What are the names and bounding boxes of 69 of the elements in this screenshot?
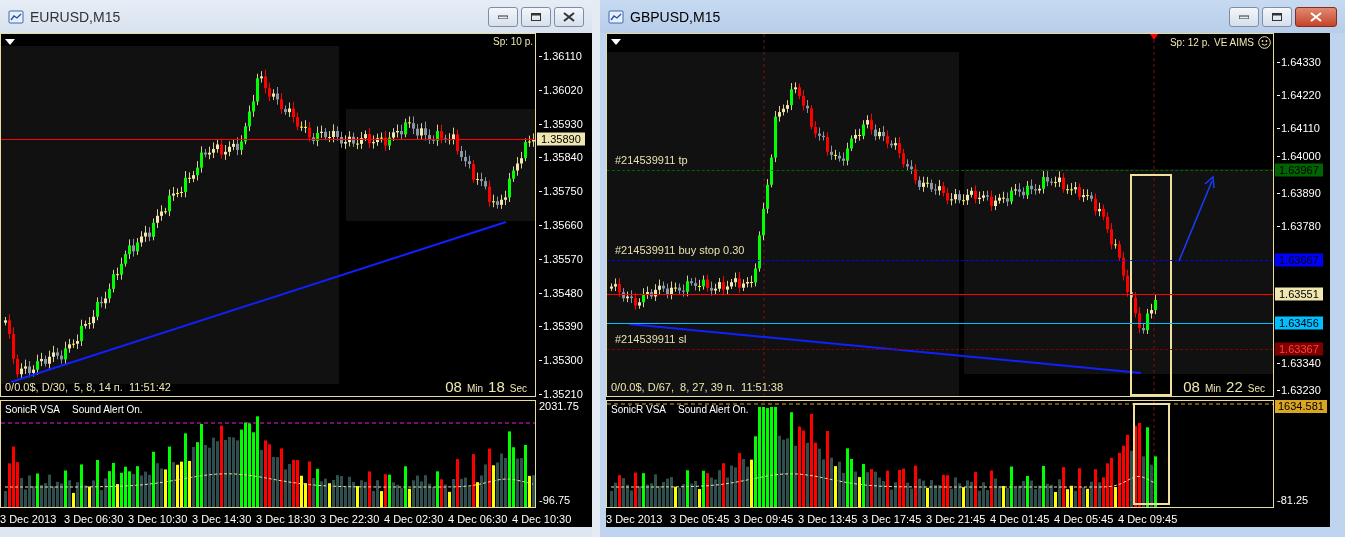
account-status: 0/0.0$, D/30, 5, 8, 14 п. 11:51:42	[5, 381, 171, 393]
price-tick: 1.35480	[539, 286, 583, 299]
time-label: 4 Dec 10:30	[512, 513, 573, 525]
price-tick: 1.35570	[539, 252, 583, 265]
time-label: 4 Dec 02:30	[384, 513, 445, 525]
time-label: 3 Dec 18:30	[256, 513, 317, 525]
price-badge: 1.63967	[1275, 163, 1323, 177]
time-label: 3 Dec 14:30	[192, 513, 253, 525]
price-tick: 1.63230	[1277, 384, 1321, 396]
price-tick: 1.63340	[1277, 357, 1321, 370]
window-title: GBPUSD,M15	[630, 8, 721, 25]
price-badge: 1.63551	[1275, 287, 1323, 301]
price-tick: 1.36110	[539, 50, 582, 62]
price-tick: 1.64000	[1277, 150, 1321, 163]
indicator-name: SonicR VSA	[611, 404, 667, 415]
volume-tick: -96.75	[539, 494, 571, 506]
price-tick: 1.64110	[1277, 121, 1320, 134]
price-badge: 1.63367	[1275, 342, 1323, 356]
spread-label: Sp: 12 p.	[1169, 37, 1210, 48]
price-tick: 1.36020	[539, 83, 583, 96]
price-tick: 1.64330	[1277, 56, 1321, 68]
indicator-label: VE AIMS	[1214, 37, 1254, 48]
time-label: 3 Dec 2013	[0, 513, 58, 525]
timer-unit: Sec	[509, 383, 527, 394]
time-label: 3 Dec 22:30	[320, 513, 381, 525]
time-label: 4 Dec 06:30	[448, 513, 509, 525]
timer-unit: Min	[1204, 383, 1222, 394]
time-label: 3 Dec 2013	[606, 513, 664, 525]
time-label: 4 Dec 01:45	[990, 513, 1051, 525]
time-label: 4 Dec 05:45	[1054, 513, 1115, 525]
price-tick: 1.63780	[1277, 220, 1321, 232]
price-tick: 1.35930	[539, 117, 583, 130]
time-label: 3 Dec 09:45	[734, 513, 795, 525]
volume-tick: -81.25	[1277, 494, 1309, 506]
time-label: 3 Dec 13:45	[798, 513, 859, 525]
price-tick: 1.35300	[539, 354, 583, 367]
volume-tick: 2031.75	[539, 400, 579, 412]
price-badge: 1.63456	[1275, 316, 1323, 330]
timer-unit: Min	[466, 383, 484, 394]
order-label: #214539911 sl	[614, 333, 688, 346]
timer-value: 18	[488, 378, 505, 395]
timer-unit: Sec	[1247, 383, 1265, 394]
time-label: 4 Dec 09:45	[1118, 513, 1179, 525]
price-badge: 1.35890	[537, 132, 585, 146]
order-label: #214539911 buy stop 0.30	[614, 243, 746, 256]
indicator-name: SonicR VSA	[5, 404, 61, 415]
price-tick: 1.35750	[539, 185, 583, 198]
level-badge: 1634.581	[1275, 400, 1327, 413]
time-label: 3 Dec 17:45	[862, 513, 923, 525]
timer-value: 08	[445, 378, 462, 395]
alert-status: Sound Alert On.	[72, 404, 143, 415]
timer-value: 22	[1226, 378, 1243, 395]
time-label: 3 Dec 06:30	[64, 513, 125, 525]
price-tick: 1.35840	[539, 151, 583, 164]
time-label: 3 Dec 21:45	[926, 513, 987, 525]
timer-value: 08	[1183, 378, 1200, 395]
price-tick: 1.63890	[1277, 187, 1321, 200]
time-label: 3 Dec 05:45	[670, 513, 731, 525]
account-status: 0/0.0$, D/67, 8, 27, 39 п. 11:51:38	[611, 381, 784, 393]
price-tick: 1.35390	[539, 320, 583, 333]
spread-label: Sp: 10 p.	[492, 36, 533, 47]
alert-status: Sound Alert On.	[678, 404, 749, 415]
time-label: 3 Dec 10:30	[128, 513, 189, 525]
price-badge: 1.63667	[1275, 253, 1323, 267]
price-tick: 1.35660	[539, 219, 583, 231]
price-tick: 1.35210	[539, 388, 583, 400]
price-tick: 1.64220	[1277, 88, 1321, 101]
window-title: EURUSD,M15	[30, 8, 121, 25]
order-label: #214539911 tp	[614, 154, 689, 167]
